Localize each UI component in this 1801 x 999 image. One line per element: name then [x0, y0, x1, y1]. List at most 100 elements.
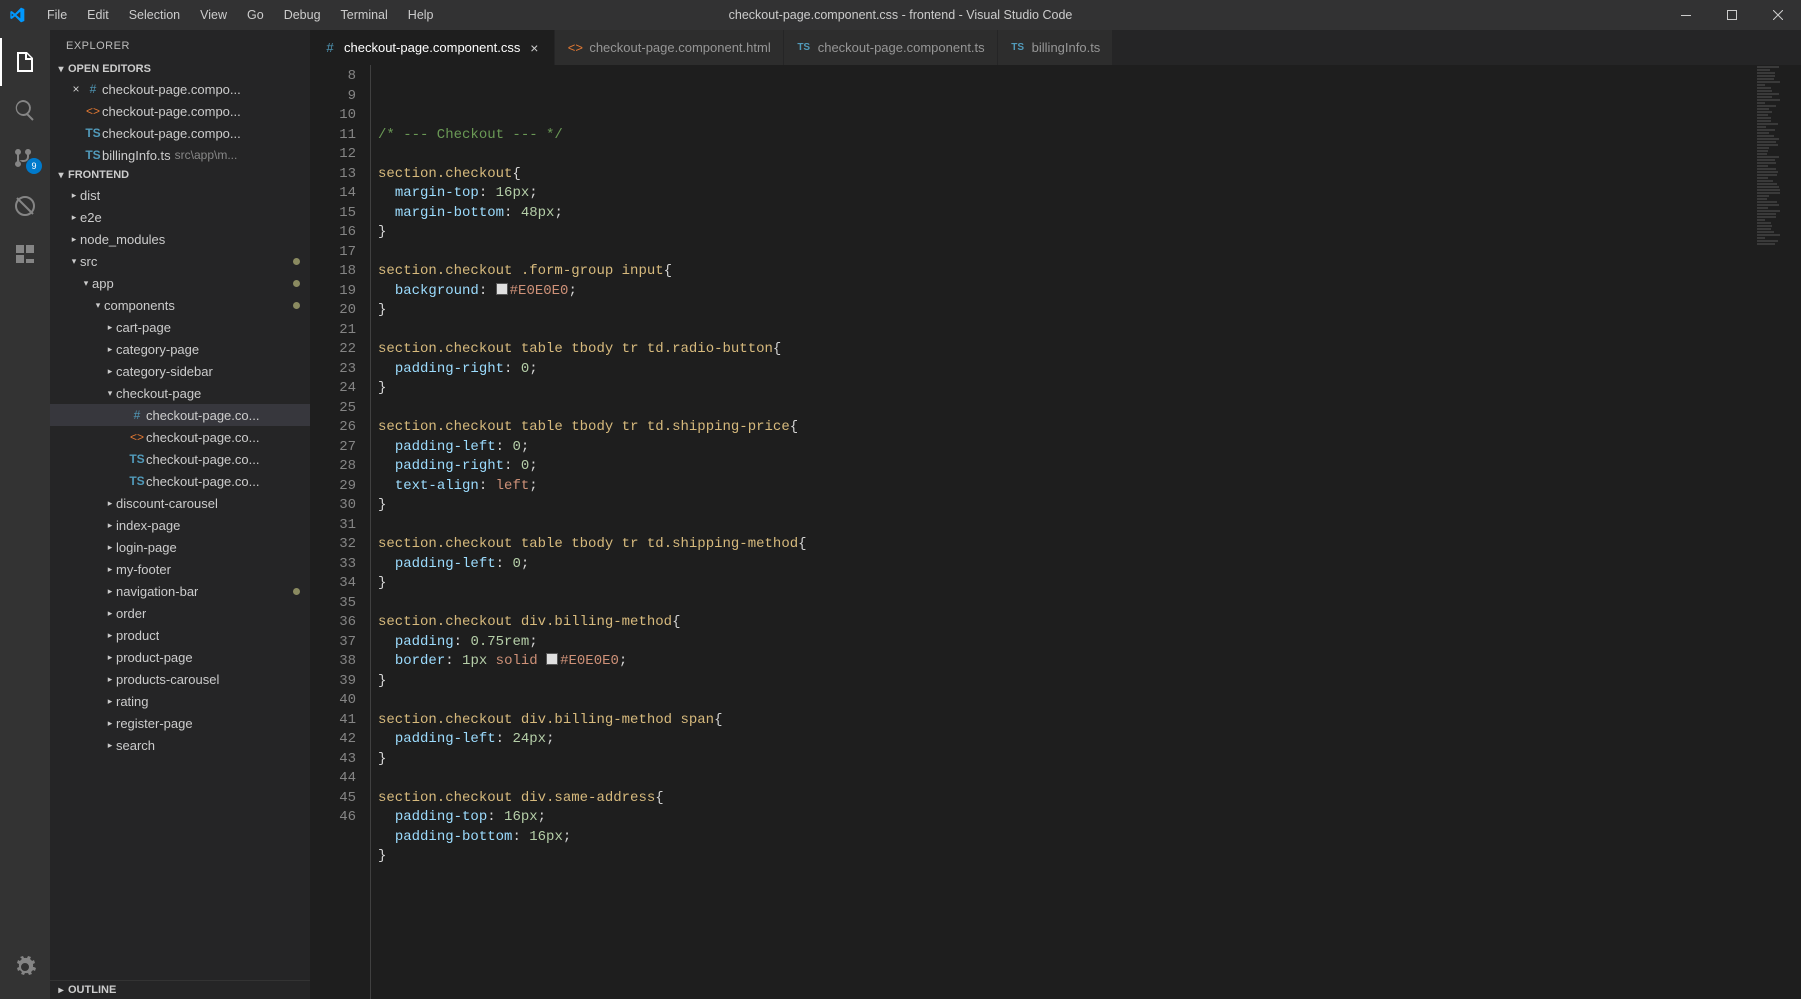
code-line[interactable]	[378, 867, 1801, 887]
code-line[interactable]: }	[378, 301, 1801, 321]
code-line[interactable]: padding-left: 0;	[378, 555, 1801, 575]
code-line[interactable]	[378, 145, 1801, 165]
menu-file[interactable]: File	[38, 4, 76, 26]
editor-tab[interactable]: <>checkout-page.component.html	[555, 30, 783, 65]
menu-view[interactable]: View	[191, 4, 236, 26]
code-line[interactable]	[378, 321, 1801, 341]
tree-folder[interactable]: ▸index-page	[50, 514, 310, 536]
tree-folder[interactable]: ▸login-page	[50, 536, 310, 558]
tree-folder[interactable]: ▸dist	[50, 184, 310, 206]
menu-edit[interactable]: Edit	[78, 4, 118, 26]
code-line[interactable]: padding-left: 24px;	[378, 730, 1801, 750]
code-line[interactable]: section.checkout .form-group input{	[378, 262, 1801, 282]
editor-tab[interactable]: #checkout-page.component.css×	[310, 30, 555, 65]
close-icon[interactable]: ×	[68, 82, 84, 96]
code-line[interactable]: }	[378, 496, 1801, 516]
code-line[interactable]: margin-top: 16px;	[378, 184, 1801, 204]
tree-file[interactable]: TScheckout-page.co...	[50, 448, 310, 470]
tree-folder[interactable]: ▾checkout-page	[50, 382, 310, 404]
tree-file[interactable]: TScheckout-page.co...	[50, 470, 310, 492]
activity-extensions[interactable]	[0, 230, 50, 278]
tree-folder[interactable]: ▸product	[50, 624, 310, 646]
tree-folder[interactable]: ▸my-footer	[50, 558, 310, 580]
code-content[interactable]: /* --- Checkout --- */section.checkout{ …	[370, 65, 1801, 999]
code-line[interactable]: padding-right: 0;	[378, 360, 1801, 380]
code-line[interactable]: section.checkout table tbody tr td.shipp…	[378, 418, 1801, 438]
code-line[interactable]: section.checkout table tbody tr td.radio…	[378, 340, 1801, 360]
editor[interactable]: 8910111213141516171819202122232425262728…	[310, 65, 1801, 999]
open-editors-header[interactable]: ▾ OPEN EDITORS	[50, 60, 310, 78]
code-line[interactable]: text-align: left;	[378, 477, 1801, 497]
tree-folder[interactable]: ▸search	[50, 734, 310, 756]
code-line[interactable]	[378, 691, 1801, 711]
maximize-button[interactable]	[1709, 0, 1755, 30]
close-button[interactable]	[1755, 0, 1801, 30]
menu-terminal[interactable]: Terminal	[332, 4, 397, 26]
tree-folder[interactable]: ▸products-carousel	[50, 668, 310, 690]
close-icon[interactable]: ×	[526, 40, 542, 56]
menu-debug[interactable]: Debug	[275, 4, 330, 26]
code-line[interactable]: section.checkout div.billing-method{	[378, 613, 1801, 633]
menu-help[interactable]: Help	[399, 4, 443, 26]
code-line[interactable]: section.checkout{	[378, 165, 1801, 185]
code-line[interactable]: padding-left: 0;	[378, 438, 1801, 458]
code-line[interactable]	[378, 594, 1801, 614]
tree-folder[interactable]: ▸navigation-bar	[50, 580, 310, 602]
minimap[interactable]	[1757, 65, 1787, 999]
code-line[interactable]	[378, 243, 1801, 263]
folder-label: src	[80, 254, 97, 269]
open-editor-item[interactable]: <>checkout-page.compo...	[50, 100, 310, 122]
tree-folder[interactable]: ▸e2e	[50, 206, 310, 228]
editor-tab[interactable]: TSbillingInfo.ts	[998, 30, 1114, 65]
code-line[interactable]	[378, 769, 1801, 789]
open-editor-item[interactable]: ×#checkout-page.compo...	[50, 78, 310, 100]
activity-debug[interactable]	[0, 182, 50, 230]
activity-settings[interactable]	[0, 943, 50, 991]
tree-folder[interactable]: ▾src	[50, 250, 310, 272]
tree-folder[interactable]: ▾app	[50, 272, 310, 294]
tree-folder[interactable]: ▸category-page	[50, 338, 310, 360]
activity-scm[interactable]: 9	[0, 134, 50, 182]
tree-folder[interactable]: ▸rating	[50, 690, 310, 712]
tree-file[interactable]: <>checkout-page.co...	[50, 426, 310, 448]
code-line[interactable]: }	[378, 672, 1801, 692]
code-line[interactable]: }	[378, 223, 1801, 243]
code-line[interactable]: section.checkout table tbody tr td.shipp…	[378, 535, 1801, 555]
outline-header[interactable]: ▸ OUTLINE	[50, 980, 310, 999]
tree-folder[interactable]: ▸register-page	[50, 712, 310, 734]
code-line[interactable]: border: 1px solid #E0E0E0;	[378, 652, 1801, 672]
minimize-button[interactable]	[1663, 0, 1709, 30]
editor-tab[interactable]: TScheckout-page.component.ts	[784, 30, 998, 65]
tree-folder[interactable]: ▸order	[50, 602, 310, 624]
menu-go[interactable]: Go	[238, 4, 273, 26]
code-line[interactable]: }	[378, 750, 1801, 770]
tree-folder[interactable]: ▸discount-carousel	[50, 492, 310, 514]
tree-folder[interactable]: ▸category-sidebar	[50, 360, 310, 382]
code-line[interactable]: section.checkout div.same-address{	[378, 789, 1801, 809]
code-line[interactable]: padding-right: 0;	[378, 457, 1801, 477]
code-line[interactable]	[378, 399, 1801, 419]
tree-folder[interactable]: ▸product-page	[50, 646, 310, 668]
open-editor-item[interactable]: TScheckout-page.compo...	[50, 122, 310, 144]
code-line[interactable]: padding-bottom: 16px;	[378, 828, 1801, 848]
menu-selection[interactable]: Selection	[120, 4, 189, 26]
code-line[interactable]: padding: 0.75rem;	[378, 633, 1801, 653]
code-line[interactable]: section.checkout div.billing-method span…	[378, 711, 1801, 731]
tree-folder[interactable]: ▸cart-page	[50, 316, 310, 338]
vertical-scrollbar[interactable]	[1787, 65, 1801, 999]
code-line[interactable]	[378, 516, 1801, 536]
workspace-header[interactable]: ▾ FRONTEND	[50, 166, 310, 184]
tree-file[interactable]: #checkout-page.co...	[50, 404, 310, 426]
open-editor-item[interactable]: TSbillingInfo.tssrc\app\m...	[50, 144, 310, 166]
code-line[interactable]: /* --- Checkout --- */	[378, 126, 1801, 146]
activity-search[interactable]	[0, 86, 50, 134]
tree-folder[interactable]: ▾components	[50, 294, 310, 316]
code-line[interactable]: margin-bottom: 48px;	[378, 204, 1801, 224]
code-line[interactable]: }	[378, 379, 1801, 399]
code-line[interactable]: }	[378, 574, 1801, 594]
code-line[interactable]: background: #E0E0E0;	[378, 282, 1801, 302]
activity-explorer[interactable]	[0, 38, 50, 86]
code-line[interactable]: }	[378, 847, 1801, 867]
code-line[interactable]: padding-top: 16px;	[378, 808, 1801, 828]
tree-folder[interactable]: ▸node_modules	[50, 228, 310, 250]
